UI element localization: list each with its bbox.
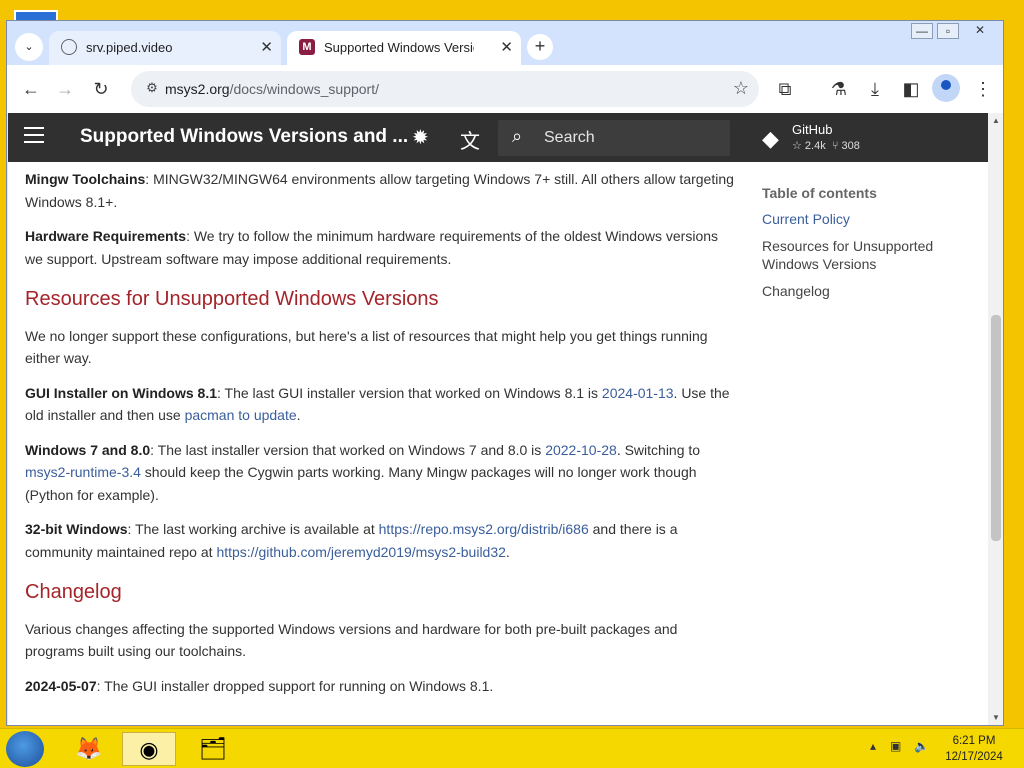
table-of-contents: Table of contents Current Policy Resourc… — [762, 185, 962, 309]
firefox-icon[interactable]: 🦊 — [62, 732, 116, 766]
site-info-icon[interactable]: ⚙ — [143, 80, 161, 98]
taskbar: 🦊 ◉ 🗂 ▴ ▣ 🔈 6:21 PM 12/17/2024 — [0, 728, 1024, 768]
link-repo-i686[interactable]: https://repo.msys2.org/distrib/i686 — [379, 521, 589, 537]
tab-windows-support[interactable]: M Supported Windows Versions ✕ — [287, 31, 521, 65]
tab-strip: ⌄ srv.piped.video ✕ M Supported Windows … — [7, 21, 1003, 65]
extensions-icon[interactable]: ⧉ — [773, 77, 797, 101]
browser-window: ⌄ srv.piped.video ✕ M Supported Windows … — [6, 20, 1004, 726]
volume-muted-icon[interactable]: 🔈 — [914, 739, 929, 753]
profile-avatar[interactable] — [932, 74, 960, 102]
tab-label: Supported Windows Versions — [324, 40, 474, 55]
scrollbar-thumb[interactable] — [991, 315, 1001, 541]
search-box[interactable]: ⌕ Search — [498, 120, 730, 156]
changelog-intro: Various changes affecting the supported … — [25, 620, 678, 660]
scroll-down-icon[interactable]: ▼ — [992, 713, 1000, 722]
labs-flask-icon[interactable]: ⚗ — [827, 77, 851, 101]
bookmark-star-icon[interactable]: ☆ — [733, 78, 749, 99]
web-page: Supported Windows Versions and ... ✹ 文 ⌕… — [8, 113, 988, 725]
translate-icon[interactable]: 文 — [460, 125, 480, 154]
tab-search-button[interactable]: ⌄ — [15, 33, 43, 61]
article-content: Mingw Toolchains: MINGW32/MINGW64 enviro… — [25, 168, 737, 709]
toc-item-changelog[interactable]: Changelog — [762, 282, 962, 300]
toc-heading: Table of contents — [762, 185, 877, 201]
heading-changelog: Changelog — [25, 581, 122, 603]
link-msys2-runtime[interactable]: msys2-runtime-3.4 — [25, 464, 141, 480]
heading-unsupported: Resources for Unsupported Windows Versio… — [25, 288, 439, 310]
mingw-paragraph: Mingw Toolchains: MINGW32/MINGW64 enviro… — [25, 171, 734, 210]
page-title: Supported Windows Versions and ... — [80, 126, 409, 147]
link-2022-10-28[interactable]: 2022-10-28 — [545, 442, 617, 458]
tab-piped[interactable]: srv.piped.video ✕ — [49, 31, 281, 65]
minimize-button[interactable]: — — [911, 23, 933, 39]
url-text[interactable]: msys2.org/docs/windows_support/ — [165, 81, 379, 97]
github-stats: ☆ 2.4k ⑂ 308 — [792, 140, 860, 152]
download-icon[interactable]: ⤓ — [863, 77, 887, 101]
msys2-favicon-icon: M — [299, 39, 315, 55]
link-pacman-update[interactable]: pacman to update — [185, 407, 297, 423]
new-tab-button[interactable]: + — [527, 34, 553, 60]
theme-toggle-icon[interactable]: ✹ — [412, 125, 429, 150]
browser-toolbar: ← → ↻ ⚙ msys2.org/docs/windows_support/ … — [7, 65, 1003, 113]
globe-icon — [61, 39, 77, 55]
maximize-button[interactable]: ▫ — [937, 23, 959, 39]
link-build32-repo[interactable]: https://github.com/jeremyd2019/msys2-bui… — [216, 544, 505, 560]
more-menu-icon[interactable]: ⋮ — [971, 77, 995, 101]
toc-item-current-policy[interactable]: Current Policy — [762, 210, 962, 228]
tab-close-icon[interactable]: ✕ — [500, 38, 513, 56]
site-header: Supported Windows Versions and ... ✹ 文 ⌕… — [8, 113, 988, 162]
system-clock[interactable]: 6:21 PM 12/17/2024 — [940, 733, 1008, 765]
toc-item-resources[interactable]: Resources for Unsupported Windows Versio… — [762, 237, 962, 273]
git-diamond-icon: ◆ — [762, 126, 779, 151]
changelog-entry: 2024-05-07: The GUI installer dropped su… — [25, 677, 494, 694]
32bit-paragraph: 32-bit Windows: The last working archive… — [25, 521, 678, 560]
start-button[interactable] — [6, 731, 44, 767]
tab-label: srv.piped.video — [86, 40, 173, 55]
network-icon[interactable]: ▣ — [890, 739, 901, 753]
tab-close-icon[interactable]: ✕ — [260, 38, 273, 56]
menu-hamburger-icon[interactable] — [24, 127, 44, 145]
file-explorer-icon[interactable]: 🗂 — [186, 732, 240, 766]
search-icon: ⌕ — [512, 126, 523, 146]
github-label: GitHub — [792, 122, 833, 137]
hardware-paragraph: Hardware Requirements: We try to follow … — [25, 228, 719, 267]
scroll-up-icon[interactable]: ▲ — [992, 116, 1000, 125]
search-placeholder: Search — [544, 129, 595, 146]
page-scrollbar[interactable]: ▲ ▼ — [988, 113, 1003, 725]
forward-arrow-icon[interactable]: → — [53, 77, 77, 101]
address-bar[interactable]: ⚙ msys2.org/docs/windows_support/ ☆ — [131, 71, 759, 107]
gui-installer-paragraph: GUI Installer on Windows 8.1: The last G… — [25, 384, 730, 424]
browser-app-icon[interactable]: ◉ — [122, 732, 176, 766]
reload-icon[interactable]: ↻ — [89, 77, 113, 101]
windows7-paragraph: Windows 7 and 8.0: The last installer ve… — [25, 441, 701, 503]
tray-expand-icon[interactable]: ▴ — [870, 739, 876, 753]
link-2024-01-13[interactable]: 2024-01-13 — [602, 385, 674, 401]
side-panel-icon[interactable]: ◧ — [899, 77, 923, 101]
back-arrow-icon[interactable]: ← — [19, 77, 43, 101]
close-window-button[interactable]: ✕ — [969, 23, 991, 39]
unsupported-intro: We no longer support these configuration… — [25, 327, 708, 367]
